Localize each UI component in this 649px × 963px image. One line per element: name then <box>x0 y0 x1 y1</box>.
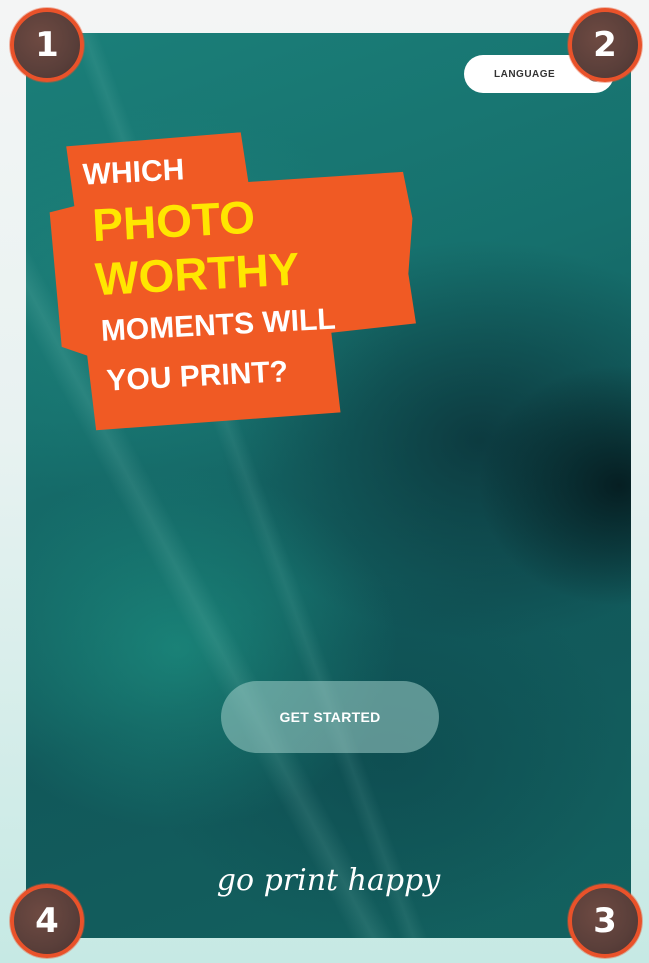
corner-marker-2: 2 <box>568 8 642 82</box>
headline-line-worthy: WORTHY <box>93 242 301 306</box>
language-button-label: LANGUAGE <box>494 68 556 80</box>
corner-marker-2-label: 2 <box>593 25 617 65</box>
corner-marker-4-label: 4 <box>35 901 59 941</box>
headline-line-photo: PHOTO <box>91 190 257 252</box>
corner-marker-4: 4 <box>10 884 84 958</box>
headline-block: WHICH PHOTO WORTHY MOMENTS WILL YOU PRIN… <box>36 123 431 442</box>
corner-marker-1-label: 1 <box>35 25 59 65</box>
headline-line-which: WHICH <box>81 153 186 192</box>
get-started-label: GET STARTED <box>279 709 381 725</box>
corner-marker-3: 3 <box>568 884 642 958</box>
brand-tagline: go print happy <box>216 863 441 898</box>
get-started-button[interactable]: GET STARTED <box>221 681 439 753</box>
kiosk-screen: LANGUAGE WHICH PHOTO WORTHY MOMENTS WILL… <box>26 33 631 938</box>
corner-marker-1: 1 <box>10 8 84 82</box>
corner-marker-3-label: 3 <box>593 901 617 941</box>
